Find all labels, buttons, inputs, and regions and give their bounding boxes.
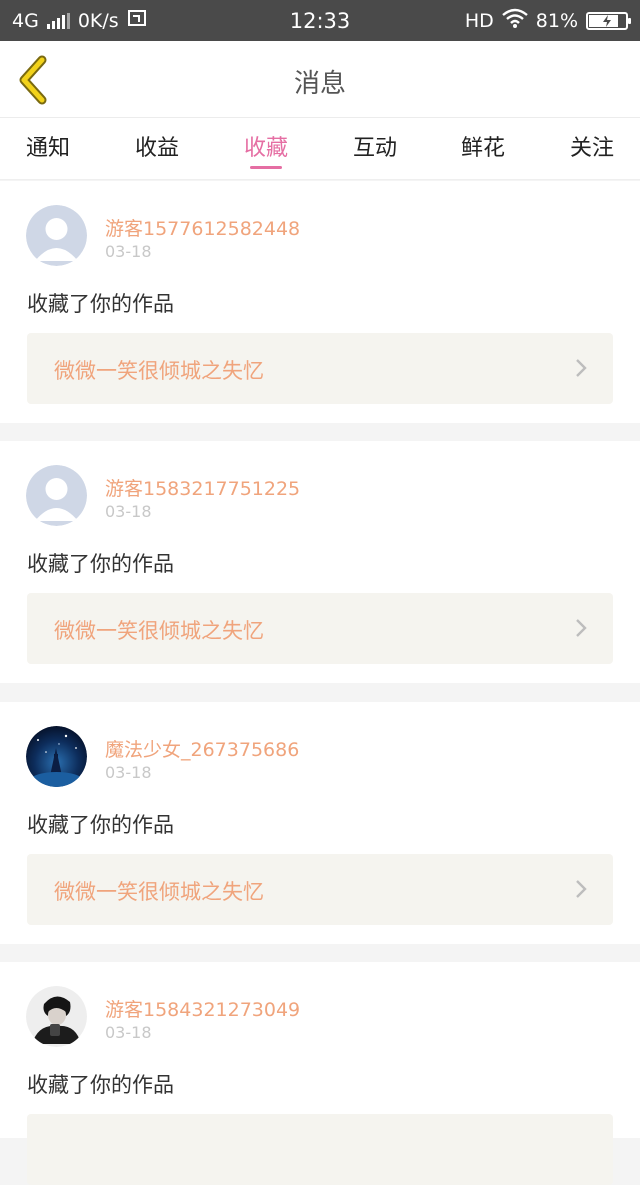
username[interactable]: 游客1577612582448 <box>105 214 300 241</box>
clock: 12:33 <box>289 8 351 33</box>
active-tab-indicator <box>250 166 282 169</box>
username[interactable]: 游客1583217751225 <box>105 474 300 501</box>
battery-icon <box>586 11 631 30</box>
chevron-right-icon <box>576 880 587 898</box>
action-text: 收藏了你的作品 <box>27 813 174 837</box>
work-title: 微微一笑很倾城之失忆 <box>54 359 264 383</box>
person-avatar[interactable] <box>26 986 87 1047</box>
default-avatar[interactable] <box>26 465 87 526</box>
username[interactable]: 游客1584321273049 <box>105 995 300 1022</box>
status-bar: 4G 0K/s 12:33 HD 81% <box>0 0 640 41</box>
work-title: 微微一笑很倾城之失忆 <box>54 880 264 904</box>
tab-flowers[interactable]: 鲜花 <box>448 130 518 162</box>
work-link[interactable]: 微微一笑很倾城之失忆 <box>27 854 613 925</box>
username[interactable]: 魔法少女_267375686 <box>105 735 299 762</box>
message-card: 魔法少女_267375686 03-18 收藏了你的作品 微微一笑很倾城之失忆 <box>0 702 640 944</box>
tab-bar: 通知 收益 收藏 互动 鲜花 关注 <box>0 118 640 180</box>
message-card: 游客1583217751225 03-18 收藏了你的作品 微微一笑很倾城之失忆 <box>0 441 640 683</box>
work-link[interactable]: 微微一笑很倾城之失忆 <box>27 593 613 664</box>
tab-interaction[interactable]: 互动 <box>340 130 410 162</box>
tab-follows[interactable]: 关注 <box>557 130 627 162</box>
work-title: 微微一笑很倾城之失忆 <box>54 619 264 643</box>
night-sky-avatar[interactable] <box>26 726 87 787</box>
date: 03-18 <box>105 242 152 261</box>
action-text: 收藏了你的作品 <box>27 292 174 316</box>
date: 03-18 <box>105 502 152 521</box>
message-card: 游客1577612582448 03-18 收藏了你的作品 微微一笑很倾城之失忆 <box>0 181 640 423</box>
chevron-right-icon <box>576 619 587 637</box>
tab-favorites[interactable]: 收藏 <box>231 130 301 162</box>
tab-earnings[interactable]: 收益 <box>122 130 192 162</box>
default-avatar[interactable] <box>26 205 87 266</box>
page-title: 消息 <box>293 69 346 99</box>
date: 03-18 <box>105 763 152 782</box>
action-text: 收藏了你的作品 <box>27 552 174 576</box>
work-link[interactable] <box>27 1114 613 1185</box>
tab-notifications[interactable]: 通知 <box>13 130 83 162</box>
action-text: 收藏了你的作品 <box>27 1073 174 1097</box>
chevron-right-icon <box>576 359 587 377</box>
date: 03-18 <box>105 1023 152 1042</box>
message-card: 游客1584321273049 03-18 收藏了你的作品 <box>0 962 640 1185</box>
work-link[interactable]: 微微一笑很倾城之失忆 <box>27 333 613 404</box>
nav-bar: 消息 <box>0 41 640 118</box>
